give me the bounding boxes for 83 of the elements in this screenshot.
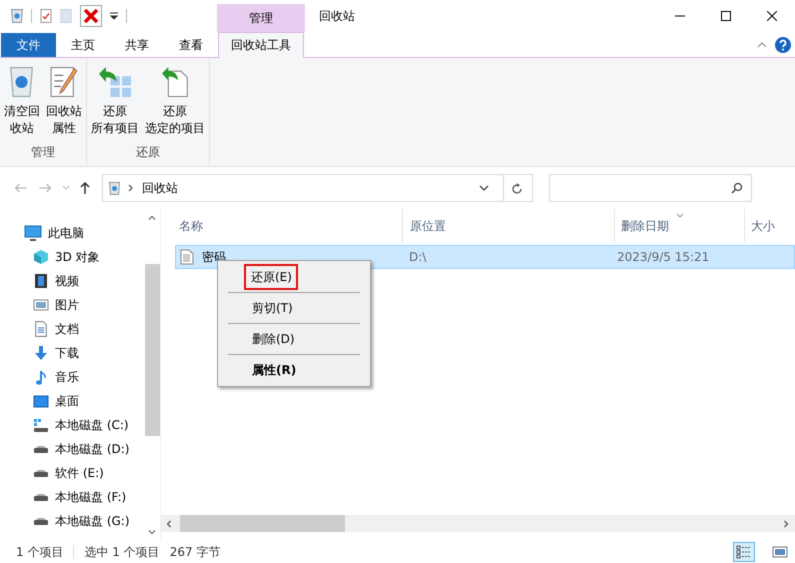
sort-caret-icon [676, 213, 684, 218]
tree-item[interactable]: 音乐 [0, 365, 144, 389]
ribbon-tab[interactable]: 共享 [110, 33, 164, 57]
context-tab-header: 管理 [217, 4, 305, 32]
cube-icon [33, 249, 49, 265]
drive-icon [33, 446, 49, 452]
tree-item[interactable]: 桌面 [0, 389, 144, 413]
menu-item[interactable]: 删除(D) [218, 326, 370, 352]
help-icon[interactable] [775, 36, 791, 52]
recycle-bin-icon [109, 182, 120, 194]
ribbon-tab[interactable]: 回收站工具 [218, 32, 304, 58]
up-icon[interactable] [80, 182, 90, 194]
image-icon [33, 299, 49, 311]
close-icon [767, 11, 777, 21]
drive-icon [33, 418, 49, 432]
dropdown-icon[interactable] [479, 185, 489, 191]
status-text: 选中 1 个项目 [84, 544, 160, 560]
column-header[interactable]: 删除日期 [615, 209, 745, 243]
tree-item[interactable]: 本地磁盘 (C:) [0, 413, 144, 437]
column-header[interactable]: 名称 [178, 209, 403, 243]
search-field[interactable] [549, 174, 752, 202]
ribbon-button[interactable]: 还原 选定的项目 [143, 64, 207, 140]
maximize-icon [721, 11, 731, 21]
scroll-up-icon[interactable] [148, 215, 156, 220]
search-icon [731, 182, 743, 194]
music-note-icon [36, 370, 46, 384]
restore-all-icon [98, 67, 132, 97]
menu-item[interactable]: 剪切(T) [218, 295, 370, 321]
minimize-icon [675, 15, 685, 17]
properties-icon[interactable] [40, 9, 52, 23]
refresh-icon[interactable] [512, 182, 522, 194]
scroll-down-icon[interactable] [148, 530, 156, 535]
recycle-bin-icon[interactable] [11, 9, 23, 23]
tree-item[interactable]: 软件 (E:) [0, 461, 144, 485]
window-title: 回收站 [319, 8, 355, 24]
address-bar[interactable]: 回收站 [102, 174, 533, 202]
ribbon-tab[interactable]: 主页 [56, 33, 110, 57]
download-arrow-icon [34, 346, 48, 360]
chevron-icon [128, 184, 134, 192]
details-list-icon [736, 545, 752, 559]
tree-item[interactable]: 下载 [0, 341, 144, 365]
status-text: 267 字节 [170, 544, 220, 560]
drive-icon [33, 518, 49, 524]
path-segment[interactable]: 回收站 [142, 180, 178, 196]
tree-item[interactable]: 文档 [0, 317, 144, 341]
tree-item[interactable]: 图片 [0, 293, 144, 317]
recycle-bin-icon [10, 67, 34, 97]
tree-item[interactable]: 视频 [0, 269, 144, 293]
restore-page-icon [162, 67, 188, 97]
film-icon [35, 274, 47, 288]
ribbon-button[interactable]: 还原 所有项目 [89, 64, 141, 140]
collapse-ribbon-icon[interactable] [757, 42, 767, 48]
delete-icon[interactable] [80, 5, 102, 27]
ribbon-button[interactable]: 回收站 属性 [44, 64, 84, 140]
status-text: 1 个项目 [16, 544, 64, 560]
menu-item[interactable]: 属性(R) [218, 357, 370, 383]
scrollbar[interactable] [161, 515, 795, 532]
table-cell: D:\ [409, 250, 426, 264]
group-label: 还原 [135, 144, 161, 161]
column-header[interactable]: 大小 [745, 209, 795, 243]
dropdown-icon[interactable] [110, 12, 118, 20]
scroll-right-icon[interactable] [784, 520, 789, 528]
scroll-left-icon[interactable] [167, 520, 172, 528]
tree-item[interactable]: 本地磁盘 (F:) [0, 485, 144, 509]
notepad-pencil-icon [50, 67, 78, 97]
column-header[interactable]: 原位置 [403, 209, 615, 243]
table-cell: 2023/9/5 15:21 [617, 250, 710, 264]
ribbon-button[interactable]: 清空回 收站 [2, 64, 42, 140]
tree-item[interactable]: 3D 对象 [0, 245, 144, 269]
large-icons-icon [772, 546, 788, 558]
drive-icon [33, 470, 49, 476]
tree-item[interactable]: 本地磁盘 (D:) [0, 437, 144, 461]
document-icon [35, 321, 47, 337]
desktop-icon [33, 394, 49, 408]
file-tab[interactable]: 文件 [1, 33, 56, 57]
tree-item[interactable]: 本地磁盘 (G:) [0, 509, 144, 533]
ribbon-tab[interactable]: 查看 [164, 33, 218, 57]
drive-icon [33, 494, 49, 500]
text-file-icon [180, 249, 194, 265]
tree-item[interactable]: 此电脑 [0, 221, 144, 245]
computer-icon [24, 225, 42, 241]
details-view-button[interactable] [733, 542, 755, 562]
group-label: 管理 [30, 144, 56, 161]
